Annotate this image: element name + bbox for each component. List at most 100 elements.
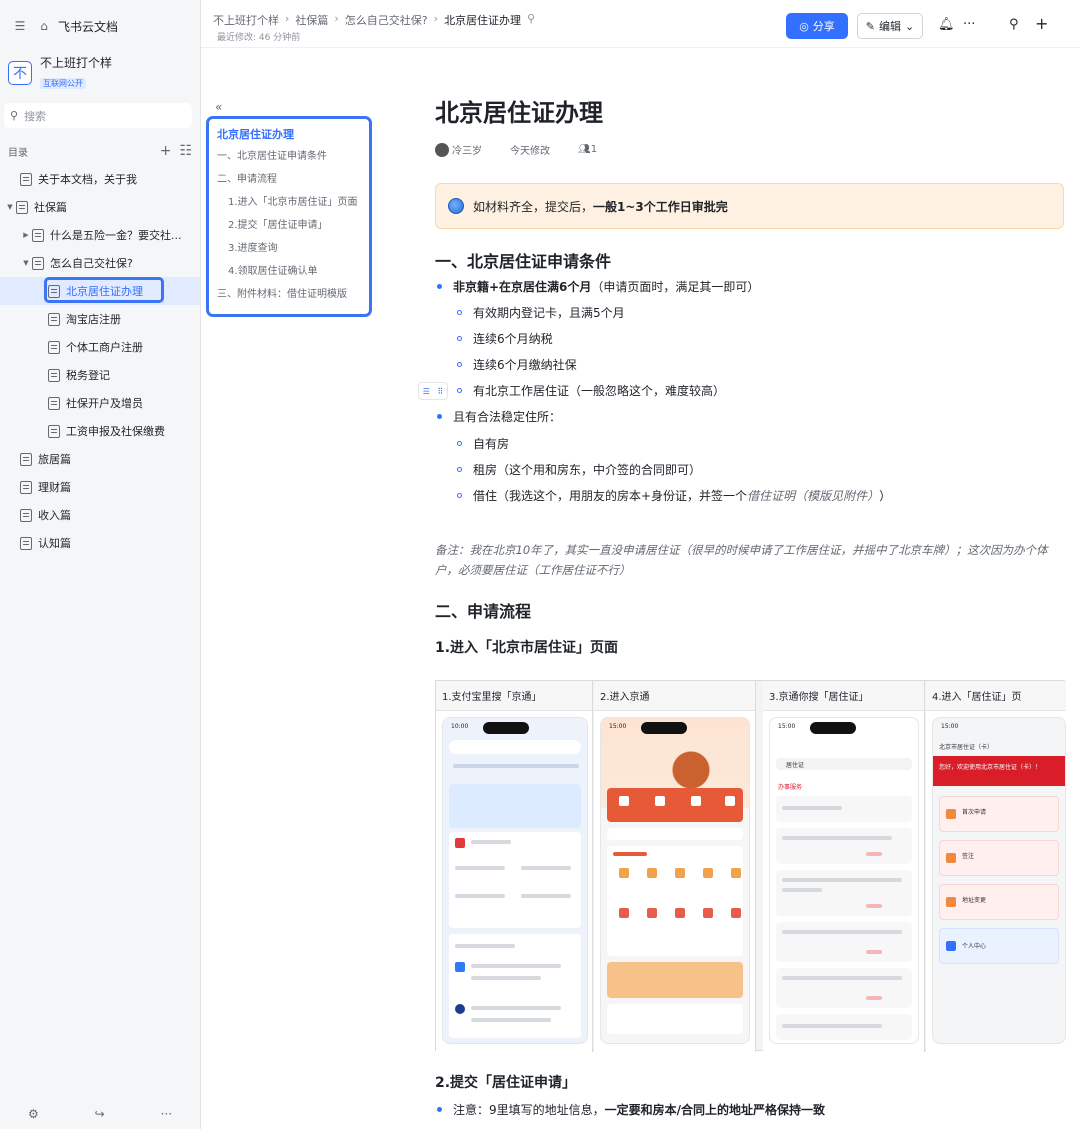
pay-icon xyxy=(691,796,701,806)
doc-icon xyxy=(20,480,32,494)
phone-screen: 15:00 北京市居住证（卡） 您好，欢迎使用北京市居住证（卡）！ 首次申请 签… xyxy=(932,717,1066,1044)
grid-icon xyxy=(731,868,741,878)
grid-icon xyxy=(675,908,685,918)
tree-item[interactable]: ▼ 社保篇 xyxy=(0,193,200,221)
more-options-icon[interactable]: ··· xyxy=(963,17,975,32)
add-icon[interactable]: + xyxy=(160,143,172,159)
settings-icon[interactable]: ⚙ xyxy=(28,1107,39,1121)
note-paragraph[interactable]: 备注：我在北京10年了，其实一直没申请居住证（很早的时候申请了工作居住证，并摇中… xyxy=(435,540,1065,580)
edit-button[interactable]: ✎ 编辑 ⌄ xyxy=(857,13,923,39)
pin-icon[interactable]: ⚲ xyxy=(527,12,535,28)
search-icon[interactable]: ⚲ xyxy=(1009,17,1019,32)
callout-block[interactable]: 如材料齐全，提交后， 一般1~3个工作日审批完 xyxy=(435,183,1064,229)
tree-item[interactable]: 个体工商户注册 xyxy=(0,333,200,361)
breadcrumb-item[interactable]: 怎么自己交社保? xyxy=(345,12,428,28)
text-line xyxy=(455,894,505,898)
more-icon[interactable]: ··· xyxy=(161,1107,172,1121)
collapse-arrow-icon[interactable]: ▶ xyxy=(20,231,32,239)
expand-arrow-icon[interactable]: ▼ xyxy=(20,259,32,267)
heading-step1[interactable]: 1.进入「北京市居住证」页面 xyxy=(435,637,618,657)
phone-notch xyxy=(483,722,529,734)
text-line xyxy=(782,806,842,810)
text-line xyxy=(782,976,902,980)
screenshot-grid[interactable]: 1.支付宝里搜「京通」 10:00 2.进入京通 15:00 3.京通你搜「居住… xyxy=(435,680,1066,1052)
text-line xyxy=(521,894,571,898)
share-out-icon[interactable]: ↪ xyxy=(95,1107,105,1121)
list-item[interactable]: 连续6个月纳税 xyxy=(457,330,553,347)
tree-item[interactable]: 淘宝店注册 xyxy=(0,305,200,333)
screenshot-alipay[interactable]: 1.支付宝里搜「京通」 10:00 xyxy=(436,681,593,1052)
quick-actions xyxy=(607,788,743,822)
viewer-count[interactable]: 1 xyxy=(591,144,597,155)
search-field xyxy=(449,740,581,754)
doc-tree: 关于本文档，关于我 ▼ 社保篇 ▶ 什么是五险一金？要交社... ▼ 怎么自己交社保?… xyxy=(0,165,200,557)
tree-item[interactable]: 理财篇 xyxy=(0,473,200,501)
sidebar-search[interactable]: ⚲ 搜索 xyxy=(4,103,192,128)
tree-item[interactable]: 旅居篇 xyxy=(0,445,200,473)
callout-bold: 一般1~3个工作日审批完 xyxy=(593,199,728,214)
screenshot-residence-page[interactable]: 4.进入「居住证」页 15:00 北京市居住证（卡） 您好，欢迎使用北京市居住证… xyxy=(926,681,1066,1052)
tag xyxy=(866,950,882,954)
list-item[interactable]: 自有房 xyxy=(457,435,509,452)
avatar[interactable] xyxy=(435,142,449,157)
outline-item[interactable]: 1.进入「北京市居住证」页面 xyxy=(217,191,369,214)
outline-item[interactable]: 4.领取居住证确认单 xyxy=(217,260,369,283)
tree-item[interactable]: ▶ 什么是五险一金？要交社... xyxy=(0,221,200,249)
share-button[interactable]: ◎ 分享 xyxy=(786,13,848,39)
phone-screen: 10:00 xyxy=(442,717,588,1044)
tree-item[interactable]: 收入篇 xyxy=(0,501,200,529)
phone-screen: 15:00 居住证 办事服务 xyxy=(769,717,919,1044)
sidebar: ☰ ⌂ 飞书云文档 不 不上班打个样 互联网公开 ⚲ 搜索 目录 + ☷ 关于本文… xyxy=(0,0,201,1129)
outline-item[interactable]: 北京居住证办理 xyxy=(217,125,369,145)
outline-item[interactable]: 2.提交「居住证申请」 xyxy=(217,214,369,237)
heading-step2[interactable]: 2.提交「居住证申请」 xyxy=(435,1072,576,1092)
expand-arrow-icon[interactable]: ▼ xyxy=(4,203,16,211)
tree-item[interactable]: 认知篇 xyxy=(0,529,200,557)
breadcrumb-item[interactable]: 不上班打个样 xyxy=(213,12,279,28)
screenshot-jingtong[interactable]: 2.进入京通 15:00 xyxy=(594,681,756,1052)
doc-icon xyxy=(20,536,32,550)
collapse-outline-icon[interactable]: « xyxy=(215,100,222,114)
list-item[interactable]: 且有合法稳定住所： xyxy=(437,408,561,425)
viewer-icon: 👥︎ xyxy=(578,144,591,155)
home-icon[interactable]: ⌂ xyxy=(36,18,52,34)
outline-item[interactable]: 二、申请流程 xyxy=(217,168,369,191)
tree-item[interactable]: 社保开户及增员 xyxy=(0,389,200,417)
screenshot-search[interactable]: 3.京通你搜「居住证」 15:00 居住证 办事服务 xyxy=(763,681,925,1052)
home-label[interactable]: 飞书云文档 xyxy=(58,18,118,35)
bell-icon[interactable]: 🔔︎ xyxy=(938,17,955,32)
sidebar-footer: ⚙ ↪ ··· xyxy=(0,1107,200,1121)
tree-item[interactable]: ▼ 怎么自己交社保? xyxy=(0,249,200,277)
outline-item[interactable]: 一、北京居住证申请条件 xyxy=(217,145,369,168)
result-row xyxy=(776,968,912,1008)
collapse-sidebar-icon[interactable]: ☰ xyxy=(12,18,28,34)
tag xyxy=(866,996,882,1000)
inline-link[interactable]: 借住证明（模版见附件） xyxy=(747,487,879,504)
block-handle[interactable]: ☰ ⠿ xyxy=(418,382,448,400)
text-line xyxy=(471,1006,561,1010)
phone-screen: 15:00 xyxy=(600,717,750,1044)
status-time: 10:00 xyxy=(451,723,469,730)
toc-header: 目录 + ☷ xyxy=(8,143,192,159)
doc-title[interactable]: 北京居住证办理 xyxy=(435,93,603,128)
heading-process[interactable]: 二、申请流程 xyxy=(435,598,531,622)
outline-item[interactable]: 三、附件材料：借住证明模版 xyxy=(217,283,369,306)
tree-item[interactable]: 税务登记 xyxy=(0,361,200,389)
outline-item[interactable]: 3.进度查询 xyxy=(217,237,369,260)
list-item[interactable]: 有效期内登记卡，且满5个月 xyxy=(457,304,625,321)
list-view-icon[interactable]: ☷ xyxy=(179,143,192,159)
list-item[interactable]: 非京籍+在京居住满6个月 （申请页面时，满足其一即可） xyxy=(437,278,759,295)
tree-item[interactable]: 工资申报及社保缴费 xyxy=(0,417,200,445)
breadcrumb-item[interactable]: 社保篇 xyxy=(295,12,328,28)
add-icon[interactable]: + xyxy=(1035,14,1048,33)
globe-emoji-icon xyxy=(448,198,464,214)
tree-item[interactable]: 关于本文档，关于我 xyxy=(0,165,200,193)
list-item[interactable]: 租房（这个用和房东，中介签的合同即可） xyxy=(457,461,701,478)
author[interactable]: 冷三岁 xyxy=(452,142,482,157)
heading-conditions[interactable]: 一、北京居住证申请条件 xyxy=(435,248,611,272)
list-item[interactable]: 有北京工作居住证（一般忽略这个，难度较高） xyxy=(457,382,725,399)
space-header[interactable]: 不 不上班打个样 互联网公开 xyxy=(8,55,112,90)
list-item[interactable]: 注意：9里填写的地址信息， 一定要和房本/合同上的地址严格保持一致 xyxy=(437,1101,825,1118)
list-item[interactable]: 借住（我选这个，用朋友的房本+身份证，并签一个 借住证明（模版见附件）） xyxy=(457,487,891,504)
list-item[interactable]: 连续6个月缴纳社保 xyxy=(457,356,577,373)
